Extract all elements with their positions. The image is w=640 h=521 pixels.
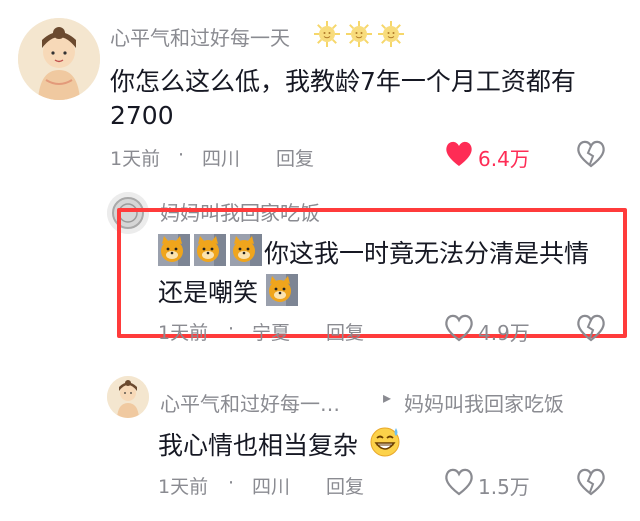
like-count: 6.4万 — [478, 147, 530, 171]
username-user1[interactable]: 心平气和过好每一天 — [110, 22, 290, 51]
reply-button[interactable]: 回复 — [326, 472, 364, 499]
reply-arrow-icon: ▸ — [383, 388, 392, 407]
like-count: 1.5万 — [478, 475, 530, 499]
girl-avatar-image — [18, 18, 100, 100]
comment-text-line2: 还是嘲笑 — [158, 278, 259, 307]
broken-heart-icon[interactable] — [576, 468, 606, 496]
meta-separator: · — [178, 144, 185, 166]
heart-icon[interactable] — [444, 140, 474, 168]
comment-location: 四川 — [252, 476, 291, 498]
comment-location: 宁夏 — [252, 322, 291, 344]
dog-emoji — [266, 274, 298, 306]
dog-emoji — [194, 234, 226, 266]
heart-outline-icon[interactable] — [444, 314, 474, 342]
dog-emoji — [158, 234, 190, 266]
sun-emoji — [376, 19, 406, 49]
reply-button[interactable]: 回复 — [326, 318, 364, 345]
comment-time: 1天前 — [158, 476, 209, 498]
grin-sweat-emoji — [368, 424, 402, 458]
comment-location: 四川 — [202, 148, 241, 170]
meta-separator: · — [228, 318, 235, 340]
broken-heart-icon[interactable] — [576, 314, 606, 342]
avatar-user1[interactable] — [18, 18, 100, 100]
avatar-user3[interactable] — [107, 376, 149, 418]
comment-text-line1: 我心情也相当复杂 — [158, 431, 359, 460]
username-user3[interactable]: 心平气和过好每一… — [160, 388, 340, 417]
girl-avatar-image — [107, 376, 149, 418]
broken-heart-icon[interactable] — [576, 140, 606, 168]
comment-text-line2: 2700 — [110, 101, 174, 130]
like-count: 4.9万 — [478, 321, 530, 345]
comment-text-line1: 你怎么这么低，我教龄7年一个月工资都有 — [110, 67, 576, 96]
reply-to-username[interactable]: 妈妈叫我回家吃饭 — [404, 388, 564, 417]
reply-button[interactable]: 回复 — [276, 144, 314, 171]
sun-emoji — [312, 19, 342, 49]
sun-emoji — [344, 19, 374, 49]
dog-emoji — [230, 234, 262, 266]
heart-outline-icon[interactable] — [444, 468, 474, 496]
comment-time: 1天前 — [110, 148, 161, 170]
comment-text-line1: 你这我一时竟无法分清是共情 — [264, 239, 590, 268]
comment-time: 1天前 — [158, 322, 209, 344]
meta-separator: · — [228, 472, 235, 494]
